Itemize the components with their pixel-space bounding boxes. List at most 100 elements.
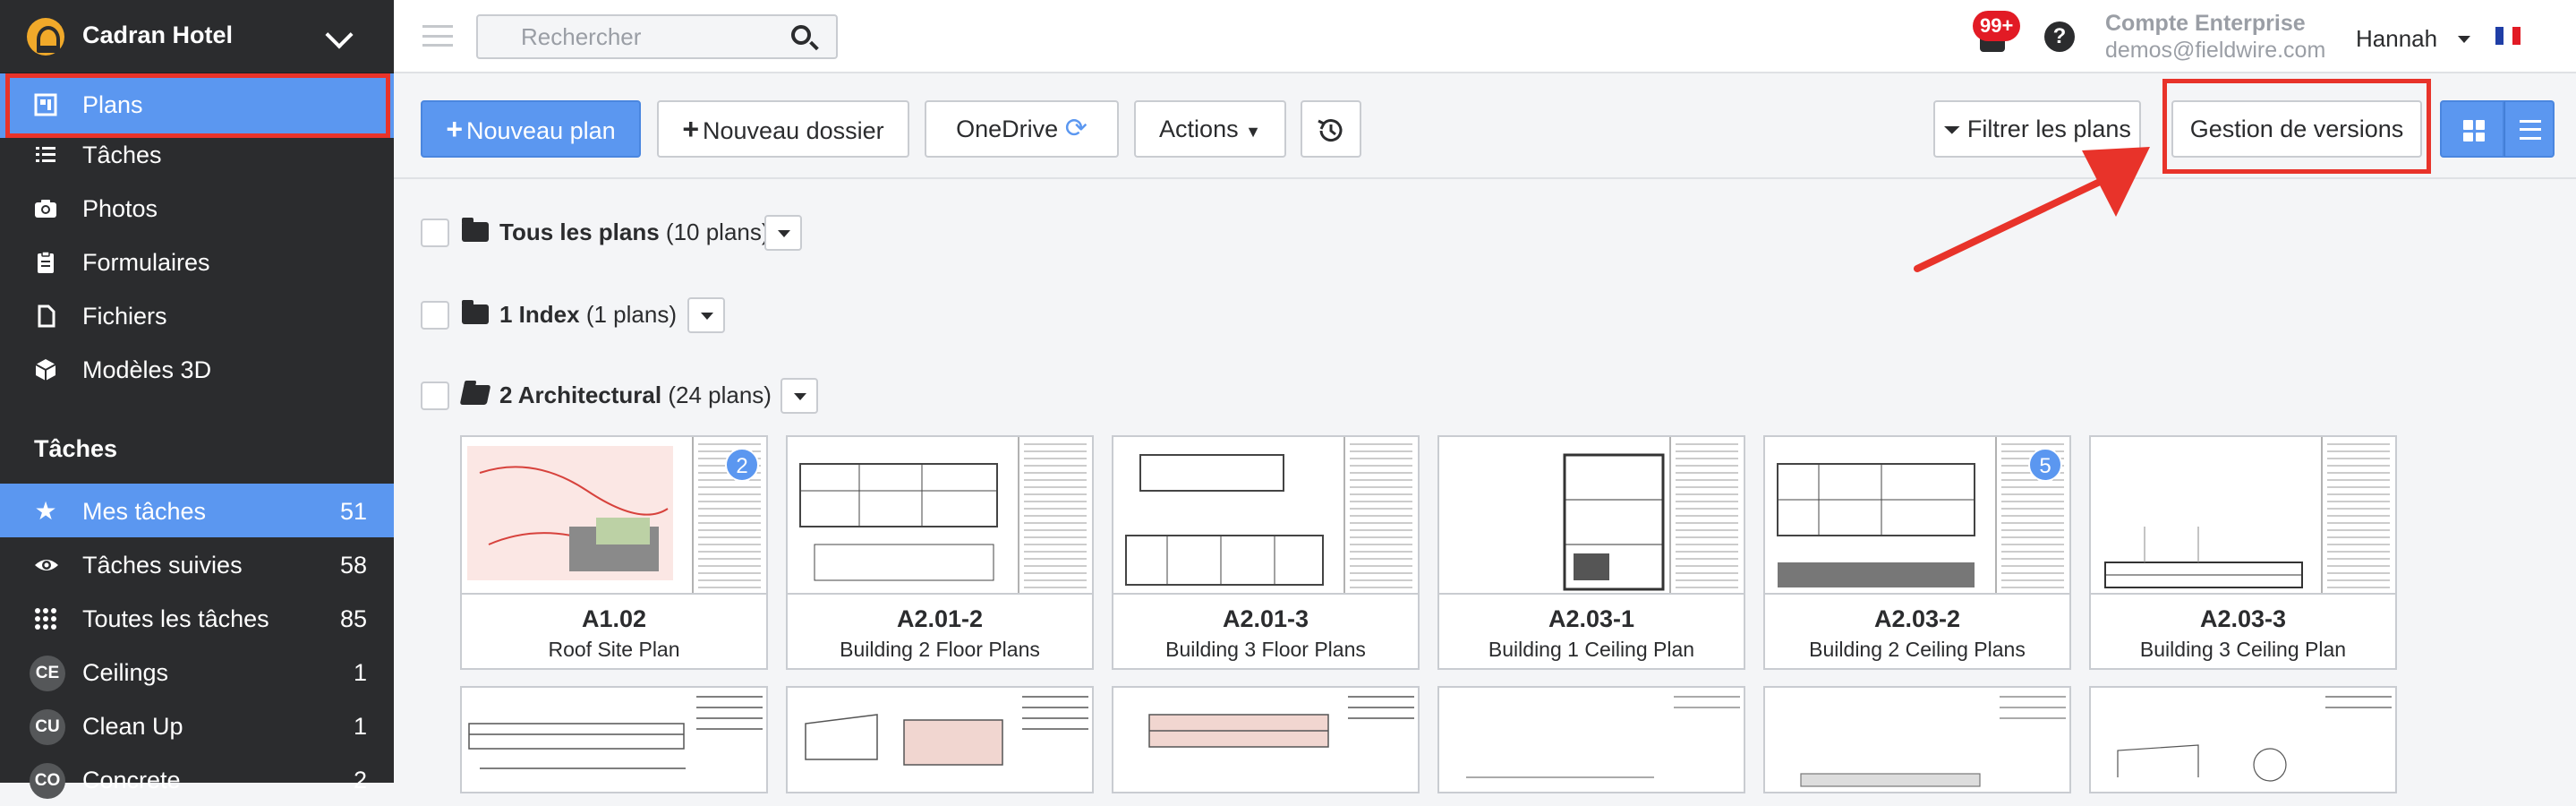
folder-icon [462, 300, 489, 324]
folder-dropdown[interactable] [687, 297, 725, 333]
plan-thumbnail [2091, 437, 2395, 595]
caret-down-icon: ▼ [1245, 123, 1261, 141]
onedrive-label: OneDrive [956, 116, 1059, 142]
sidebar-item-count: 51 [339, 498, 367, 525]
sidebar-item-label: Tâches suivies [82, 552, 243, 579]
sidebar-item-formulaires[interactable]: Formulaires [0, 235, 394, 288]
new-plan-button[interactable]: + Nouveau plan [421, 100, 641, 158]
account-email: demos@fieldwire.com [2105, 38, 2326, 63]
folder-dropdown[interactable] [780, 378, 818, 414]
plan-thumbnail [2117, 696, 2392, 782]
avatar: CE [30, 656, 65, 691]
list-view-button[interactable] [2504, 100, 2555, 158]
sidebar-item-label: Modèles 3D [82, 356, 212, 383]
folder-name: 1 Index (1 plans) [499, 301, 677, 328]
sidebar-item-count: 1 [353, 713, 367, 740]
version-count-badge[interactable]: 5 [2028, 448, 2062, 482]
caret-down-icon[interactable] [2458, 36, 2470, 43]
plan-card[interactable] [460, 686, 768, 793]
folder-dropdown[interactable] [764, 215, 802, 251]
sidebar-item-photos[interactable]: Photos [0, 181, 394, 235]
new-folder-button[interactable]: + Nouveau dossier [657, 100, 909, 158]
plan-thumbnail [1439, 437, 1744, 595]
account-type: Compte Enterprise [2105, 11, 2306, 36]
plan-title: Building 2 Ceiling Plans [1809, 638, 2026, 661]
plan-number: A1.02 [581, 605, 647, 632]
sidebar-item-taches[interactable]: Tâches [0, 127, 394, 181]
sync-icon: ⟳ [1064, 114, 1088, 143]
sidebar-item-label: Toutes les tâches [82, 605, 269, 632]
sidebar-item-clean-up[interactable]: CU Clean Up 1 [0, 699, 394, 752]
plan-card[interactable]: A2.03-1 Building 1 Ceiling Plan [1437, 435, 1745, 670]
top-bar: 99+ ? Compte Enterprise demos@fieldwire.… [394, 0, 2576, 73]
grid-view-button[interactable] [2440, 100, 2504, 158]
search-input[interactable] [478, 16, 782, 57]
sidebar-item-modeles-3d[interactable]: Modèles 3D [0, 342, 394, 396]
star-icon: ★ [34, 497, 57, 525]
actions-label: Actions [1159, 116, 1239, 142]
plan-number: A2.01-2 [896, 605, 984, 632]
plus-icon: + [446, 113, 464, 145]
folder-checkbox[interactable] [421, 219, 449, 247]
plan-card[interactable]: A2.03-2 Building 2 Ceiling Plans 5 [1763, 435, 2071, 670]
sidebar: Cadran Hotel Plans Tâches Photos Formula… [0, 0, 394, 799]
plan-number: A2.03-2 [1873, 605, 1961, 632]
sidebar-item-label: Mes tâches [82, 498, 207, 525]
onedrive-button[interactable]: OneDrive ⟳ [925, 100, 1119, 158]
sidebar-item-fichiers[interactable]: Fichiers [0, 288, 394, 342]
sidebar-item-label: Photos [82, 195, 158, 222]
sidebar-item-label: Concrete [82, 767, 181, 793]
sidebar-item-mes-taches[interactable]: ★ Mes tâches 51 [0, 484, 394, 537]
highlight-box-versions [2162, 79, 2431, 174]
actions-dropdown[interactable]: Actions ▼ [1134, 100, 1286, 158]
list-icon [34, 143, 57, 167]
plan-card[interactable] [1112, 686, 1420, 793]
plan-title: Building 3 Floor Plans [1165, 638, 1366, 661]
plan-title: Building 1 Ceiling Plan [1488, 638, 1695, 661]
chevron-down-icon[interactable] [325, 21, 354, 49]
user-menu[interactable]: Hannah [2356, 25, 2437, 53]
folder-checkbox[interactable] [421, 301, 449, 330]
plan-card[interactable]: A2.01-2 Building 2 Floor Plans [786, 435, 1094, 670]
plan-thumbnail [462, 437, 766, 595]
search-box [476, 14, 838, 59]
hamburger-menu-icon[interactable] [422, 25, 453, 47]
search-icon[interactable] [791, 25, 811, 45]
project-selector[interactable]: Cadran Hotel [0, 0, 394, 73]
project-name: Cadran Hotel [82, 21, 234, 48]
sidebar-item-count: 1 [353, 659, 367, 686]
plus-icon: + [682, 113, 700, 145]
plan-card[interactable]: A1.02 Roof Site Plan 2 [460, 435, 768, 670]
toolbar: + Nouveau plan + Nouveau dossier OneDrive … [394, 75, 2576, 179]
avatar: CO [30, 763, 65, 799]
plan-card[interactable] [786, 686, 1094, 793]
sidebar-item-toutes-les-taches[interactable]: Toutes les tâches 85 [0, 591, 394, 645]
sidebar-item-concrete[interactable]: CO Concrete 2 [0, 752, 394, 806]
version-count-badge[interactable]: 2 [725, 448, 759, 482]
cube-icon [34, 358, 57, 382]
plan-card[interactable]: A2.03-3 Building 3 Ceiling Plan [2089, 435, 2397, 670]
avatar: CU [30, 709, 65, 745]
notification-badge[interactable]: 99+ [1973, 11, 2021, 41]
plan-number: A2.03-1 [1548, 605, 1635, 632]
plan-thumbnail [805, 696, 1088, 766]
folder-icon [462, 218, 489, 242]
french-flag-icon[interactable] [2495, 27, 2521, 45]
plan-card[interactable] [2089, 686, 2397, 793]
folder-open-icon [459, 385, 491, 405]
sidebar-item-taches-suivies[interactable]: Tâches suivies 58 [0, 537, 394, 591]
plan-thumbnail [1148, 696, 1414, 748]
annotation-arrow-icon [1914, 147, 2150, 272]
plan-thumbnail [1113, 437, 1418, 595]
plan-title: Roof Site Plan [548, 638, 680, 661]
plan-card[interactable] [1437, 686, 1745, 793]
help-icon[interactable]: ? [2044, 21, 2075, 52]
sidebar-item-ceilings[interactable]: CE Ceilings 1 [0, 645, 394, 699]
plan-card[interactable] [1763, 686, 2071, 793]
plan-card[interactable]: A2.01-3 Building 3 Floor Plans [1112, 435, 1420, 670]
history-button[interactable] [1301, 100, 1361, 158]
folder-count: (10 plans) [665, 219, 770, 245]
list-icon [2520, 120, 2541, 140]
folder-name: Tous les plans (10 plans) [499, 219, 770, 245]
folder-checkbox[interactable] [421, 382, 449, 410]
